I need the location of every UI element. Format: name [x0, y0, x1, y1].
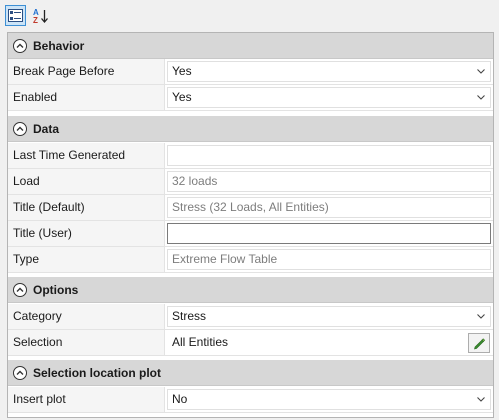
last-time-generated-field: [167, 145, 491, 166]
collapse-chevron-icon[interactable]: [12, 282, 28, 298]
dropdown-value: No: [172, 392, 188, 406]
dropdown-value: Yes: [172, 90, 192, 104]
category-label: Options: [33, 282, 79, 297]
property-row-insert-plot: Insert plot No: [8, 387, 493, 413]
property-row-selection: Selection All Entities: [8, 330, 493, 356]
property-row-title-user: Title (User): [8, 221, 493, 247]
category-dropdown[interactable]: Stress: [167, 306, 491, 327]
selection-value: All Entities: [167, 332, 491, 353]
collapse-chevron-icon[interactable]: [12, 38, 28, 54]
load-field: 32 loads: [167, 171, 491, 192]
property-label: Load: [8, 169, 165, 195]
dropdown-value: Stress: [172, 309, 207, 323]
field-value: Stress (32 Loads, All Entities): [172, 200, 329, 214]
collapse-chevron-icon[interactable]: [12, 365, 28, 381]
field-value: 32 loads: [172, 174, 218, 188]
chevron-down-icon[interactable]: [477, 88, 485, 107]
property-grid: Behavior Break Page Before Yes Enabled Y…: [7, 32, 494, 418]
property-toolbar: A Z: [0, 0, 499, 31]
field-value: All Entities: [172, 335, 229, 349]
property-label: Type: [8, 247, 165, 273]
break-page-before-dropdown[interactable]: Yes: [167, 61, 491, 82]
title-default-field: Stress (32 Loads, All Entities): [167, 197, 491, 218]
property-row-title-default: Title (Default) Stress (32 Loads, All En…: [8, 195, 493, 221]
property-row-category: Category Stress: [8, 304, 493, 330]
edit-selection-button[interactable]: [468, 333, 490, 353]
category-label: Data: [33, 121, 60, 136]
categorized-view-icon: [8, 9, 23, 22]
category-header-selection-location-plot[interactable]: Selection location plot: [8, 360, 493, 386]
property-label: Title (Default): [8, 195, 165, 221]
category-label: Behavior: [33, 38, 85, 53]
categorized-view-button[interactable]: [5, 5, 26, 26]
property-row-last-time-generated: Last Time Generated: [8, 143, 493, 169]
property-row-enabled: Enabled Yes: [8, 85, 493, 111]
sort-az-icon: A Z: [33, 8, 48, 24]
property-row-type: Type Extreme Flow Table: [8, 247, 493, 273]
property-row-break-page-before: Break Page Before Yes: [8, 59, 493, 85]
property-label: Last Time Generated: [8, 143, 165, 169]
category-label: Selection location plot: [33, 365, 162, 380]
property-label: Insert plot: [8, 387, 165, 413]
property-label: Category: [8, 304, 165, 330]
field-value: Extreme Flow Table: [172, 252, 278, 266]
alphabetical-sort-button[interactable]: A Z: [30, 5, 51, 26]
type-field: Extreme Flow Table: [167, 249, 491, 270]
property-row-load: Load 32 loads: [8, 169, 493, 195]
svg-text:Z: Z: [33, 16, 38, 24]
property-label: Title (User): [8, 221, 165, 247]
property-label: Selection: [8, 330, 165, 356]
property-label: Enabled: [8, 85, 165, 111]
chevron-down-icon[interactable]: [477, 307, 485, 326]
title-user-input[interactable]: [167, 223, 491, 244]
chevron-down-icon[interactable]: [477, 390, 485, 409]
property-label: Break Page Before: [8, 59, 165, 85]
chevron-down-icon[interactable]: [477, 62, 485, 81]
category-header-data[interactable]: Data: [8, 116, 493, 142]
category-header-behavior[interactable]: Behavior: [8, 33, 493, 59]
collapse-chevron-icon[interactable]: [12, 121, 28, 137]
insert-plot-dropdown[interactable]: No: [167, 389, 491, 410]
pencil-icon: [474, 338, 486, 350]
enabled-dropdown[interactable]: Yes: [167, 87, 491, 108]
category-header-options[interactable]: Options: [8, 277, 493, 303]
dropdown-value: Yes: [172, 64, 192, 78]
